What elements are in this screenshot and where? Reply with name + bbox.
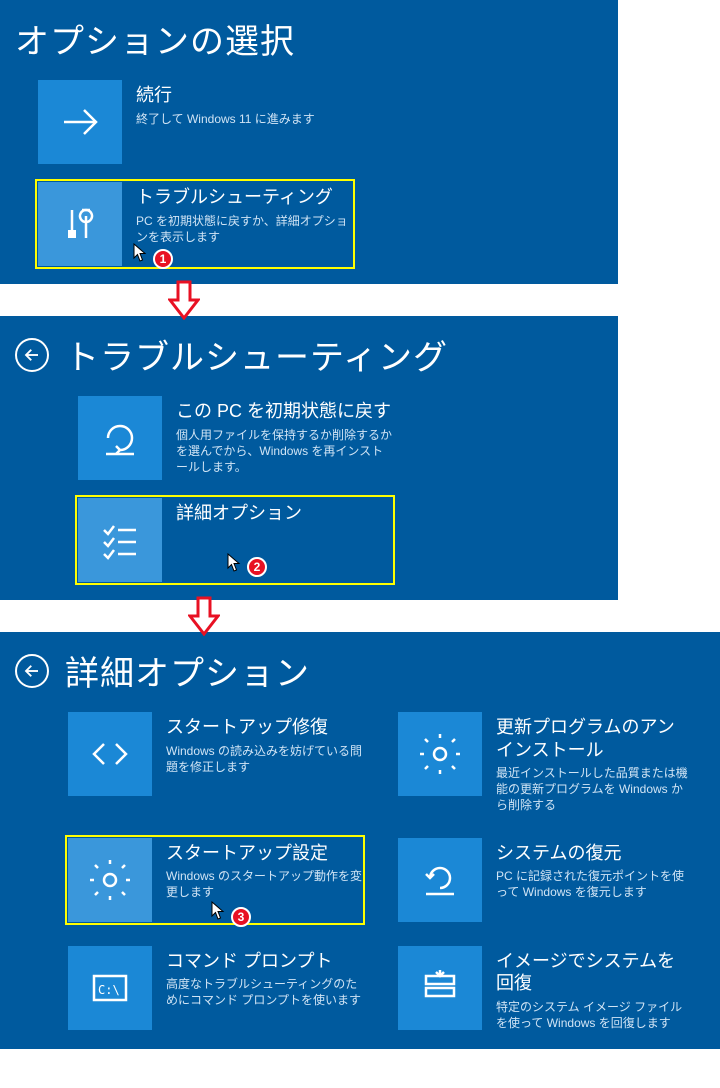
page-title: オプションの選択	[15, 14, 295, 63]
panel-header: オプションの選択	[15, 10, 603, 77]
startup-repair-tile[interactable]: スタートアップ修復 Windows の読み込みを妨げている問題を修正します	[65, 709, 365, 817]
gear-icon	[68, 838, 152, 922]
panel-header: 詳細オプション	[15, 642, 705, 709]
checklist-icon	[78, 498, 162, 582]
tile-text: スタートアップ設定 Windows のスタートアップ動作を変更します	[166, 838, 362, 901]
tile-desc: 個人用ファイルを保持するか削除するかを選んでから、Windows を再インストー…	[176, 427, 392, 476]
restore-icon	[398, 838, 482, 922]
tile-text: スタートアップ修復 Windows の読み込みを妨げている問題を修正します	[166, 712, 362, 775]
tile-grid: スタートアップ修復 Windows の読み込みを妨げている問題を修正します 更新…	[15, 709, 705, 1034]
tile-text: 詳細オプション	[176, 498, 392, 529]
arrow-right-icon	[38, 80, 122, 164]
tile-desc: 高度なトラブルシューティングのためにコマンド プロンプトを使います	[166, 976, 362, 1008]
tile-title: スタートアップ修復	[166, 716, 362, 739]
terminal-icon: C:\	[68, 946, 152, 1030]
troubleshoot-screen: トラブルシューティング この PC を初期状態に戻す 個人用ファイルを保持するか…	[0, 316, 618, 600]
cursor-icon	[227, 553, 241, 573]
tile-title: 更新プログラムのアンインストール	[496, 716, 692, 761]
page-title: 詳細オプション	[65, 646, 310, 695]
tile-desc: PC を初期状態に戻すか、詳細オプションを表示します	[136, 213, 352, 245]
code-icon	[68, 712, 152, 796]
tile-list: この PC を初期状態に戻す 個人用ファイルを保持するか削除するかを選んでから、…	[15, 393, 603, 585]
choose-option-screen: オプションの選択 続行 終了して Windows 11 に進みます	[0, 0, 618, 284]
advanced-options-screen: 詳細オプション スタートアップ修復 Windows の読み込みを妨げている問題を…	[0, 632, 720, 1049]
panel-header: トラブルシューティング	[15, 326, 603, 393]
tile-desc: 最近インストールした品質または機能の更新プログラムを Windows から削除す…	[496, 765, 692, 814]
tile-text: 更新プログラムのアンインストール 最近インストールした品質または機能の更新プログ…	[496, 712, 692, 814]
tile-title: この PC を初期状態に戻す	[176, 400, 392, 423]
back-button[interactable]	[15, 654, 49, 688]
tile-title: トラブルシューティング	[136, 186, 352, 209]
tile-title: スタートアップ設定	[166, 842, 362, 865]
tile-desc: PC に記録された復元ポイントを使って Windows を復元します	[496, 868, 692, 900]
disk-stack-icon	[398, 946, 482, 1030]
gear-icon	[398, 712, 482, 796]
tile-desc: Windows の読み込みを妨げている問題を修正します	[166, 743, 362, 775]
step-badge-2: 2	[247, 557, 267, 577]
command-prompt-tile[interactable]: C:\ コマンド プロンプト 高度なトラブルシューティングのためにコマンド プロ…	[65, 943, 365, 1034]
svg-text:C:\: C:\	[98, 983, 120, 997]
startup-settings-tile[interactable]: スタートアップ設定 Windows のスタートアップ動作を変更します 3	[65, 835, 365, 925]
step-badge-1: 1	[153, 249, 173, 269]
flow-arrow-icon	[168, 280, 200, 320]
tile-text: イメージでシステムを回復 特定のシステム イメージ ファイルを使って Windo…	[496, 946, 692, 1031]
tools-icon	[38, 182, 122, 266]
tile-title: システムの復元	[496, 842, 692, 865]
tile-desc: 特定のシステム イメージ ファイルを使って Windows を回復します	[496, 999, 692, 1031]
system-restore-tile[interactable]: システムの復元 PC に記録された復元ポイントを使って Windows を復元し…	[395, 835, 695, 925]
page-title: トラブルシューティング	[65, 330, 448, 379]
uninstall-updates-tile[interactable]: 更新プログラムのアンインストール 最近インストールした品質または機能の更新プログ…	[395, 709, 695, 817]
tile-text: コマンド プロンプト 高度なトラブルシューティングのためにコマンド プロンプトを…	[166, 946, 362, 1009]
tile-title: 続行	[136, 84, 352, 107]
tile-title: 詳細オプション	[176, 502, 392, 525]
tile-desc: Windows のスタートアップ動作を変更します	[166, 868, 362, 900]
tile-text: システムの復元 PC に記録された復元ポイントを使って Windows を復元し…	[496, 838, 692, 901]
reset-icon	[78, 396, 162, 480]
step-badge-3: 3	[231, 907, 251, 927]
troubleshoot-tile[interactable]: トラブルシューティング PC を初期状態に戻すか、詳細オプションを表示します 1	[35, 179, 355, 269]
advanced-options-tile[interactable]: 詳細オプション 2	[75, 495, 395, 585]
continue-tile[interactable]: 続行 終了して Windows 11 に進みます	[35, 77, 355, 167]
flow-arrow-icon	[188, 596, 220, 636]
reset-pc-tile[interactable]: この PC を初期状態に戻す 個人用ファイルを保持するか削除するかを選んでから、…	[75, 393, 395, 483]
tile-text: トラブルシューティング PC を初期状態に戻すか、詳細オプションを表示します	[136, 182, 352, 245]
tile-text: この PC を初期状態に戻す 個人用ファイルを保持するか削除するかを選んでから、…	[176, 396, 392, 475]
tile-title: コマンド プロンプト	[166, 950, 362, 973]
cursor-icon	[133, 243, 147, 263]
cursor-icon	[211, 901, 225, 921]
tile-desc: 終了して Windows 11 に進みます	[136, 111, 352, 127]
tile-text: 続行 終了して Windows 11 に進みます	[136, 80, 352, 127]
tile-title: イメージでシステムを回復	[496, 950, 692, 995]
tile-list: 続行 終了して Windows 11 に進みます トラブルシューティング PC …	[15, 77, 603, 269]
image-recovery-tile[interactable]: イメージでシステムを回復 特定のシステム イメージ ファイルを使って Windo…	[395, 943, 695, 1034]
back-button[interactable]	[15, 338, 49, 372]
